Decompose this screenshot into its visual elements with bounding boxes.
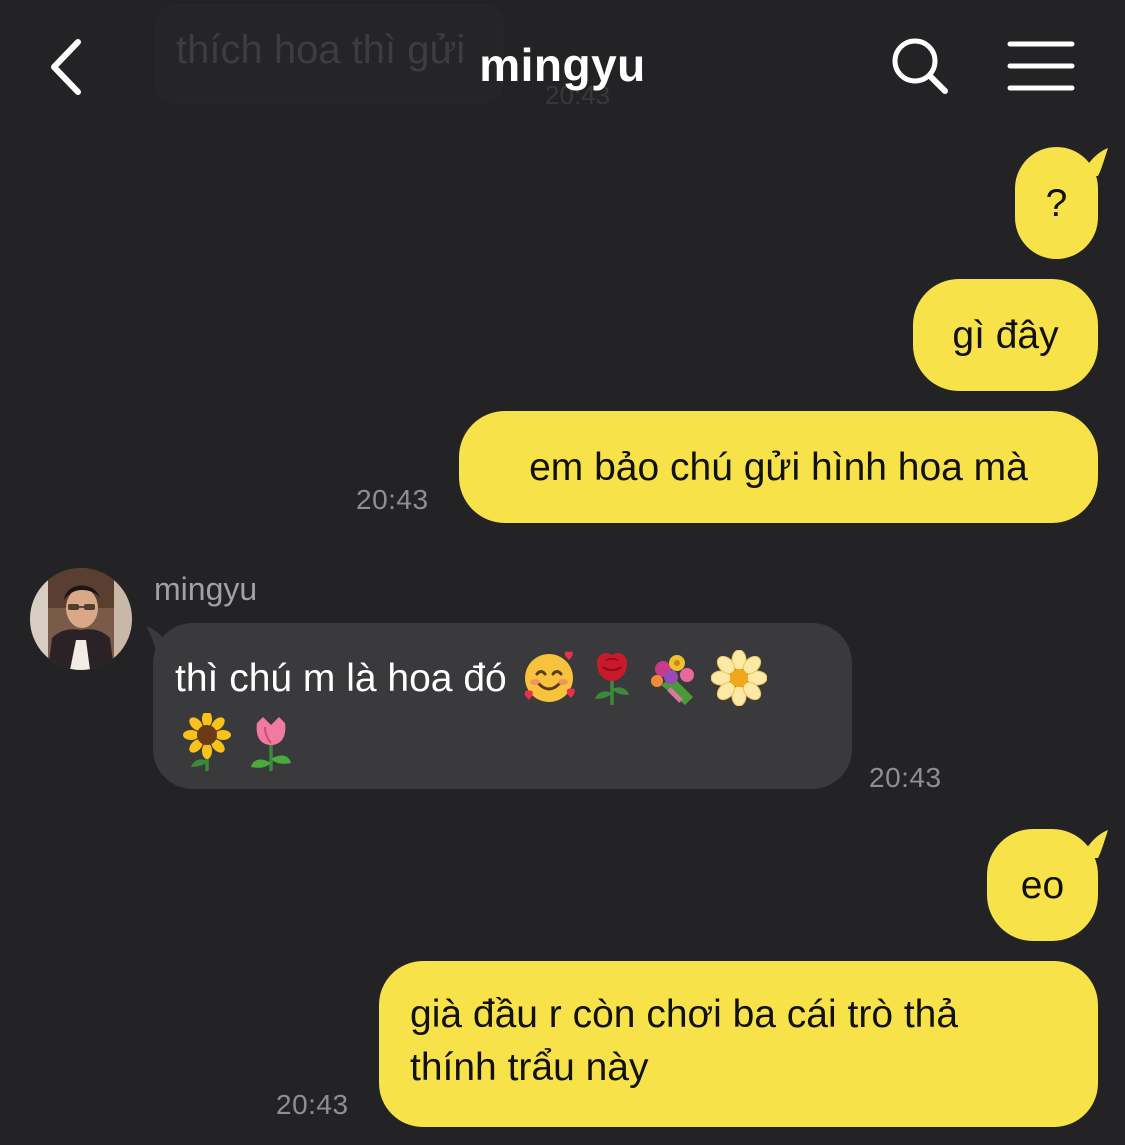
message-text: thì chú m là hoa đó — [175, 656, 507, 700]
sunflower-icon — [183, 713, 231, 771]
bouquet-icon — [650, 655, 694, 705]
search-button[interactable] — [888, 34, 952, 98]
avatar[interactable] — [30, 568, 132, 670]
message-line: thính trẩu này — [410, 1046, 649, 1089]
message-text: eo — [1020, 863, 1065, 907]
my-message-bubble[interactable]: gì đây — [913, 279, 1098, 391]
sender-name: mingyu — [154, 571, 258, 607]
received-message-bubble[interactable]: thì chú m là hoa đó — [153, 623, 852, 789]
message-timestamp: 20:43 — [356, 484, 429, 515]
rose-icon — [594, 653, 629, 705]
bubble-tail — [1080, 148, 1108, 176]
search-icon — [892, 38, 948, 94]
menu-button[interactable] — [1006, 38, 1076, 94]
message-text: ? — [1045, 181, 1068, 225]
message-timestamp: 20:43 — [276, 1089, 349, 1120]
my-message-bubble[interactable]: em bảo chú gửi hình hoa mà — [459, 411, 1098, 523]
menu-icon — [1007, 41, 1075, 91]
chat-title: mingyu — [479, 39, 646, 91]
chat-header: thích hoa thì gửi 20:43 mingyu — [0, 0, 1125, 130]
message-timestamp: 20:43 — [869, 762, 942, 793]
bubble-tail — [1080, 830, 1108, 858]
message-text: em bảo chú gửi hình hoa mà — [529, 445, 1028, 489]
avatar-image — [30, 568, 132, 670]
smiling-face-with-hearts-icon — [524, 651, 575, 702]
message-line: thì chú m là hoa đó — [175, 649, 852, 707]
message-line: già đầu r còn chơi ba cái trò thả — [410, 993, 959, 1036]
message-line — [175, 713, 852, 771]
my-message-bubble[interactable]: già đầu r còn chơi ba cái trò thả thính … — [379, 961, 1098, 1127]
message-text: gì đây — [952, 313, 1059, 357]
blossom-icon — [710, 650, 767, 706]
tulip-icon — [251, 717, 291, 771]
